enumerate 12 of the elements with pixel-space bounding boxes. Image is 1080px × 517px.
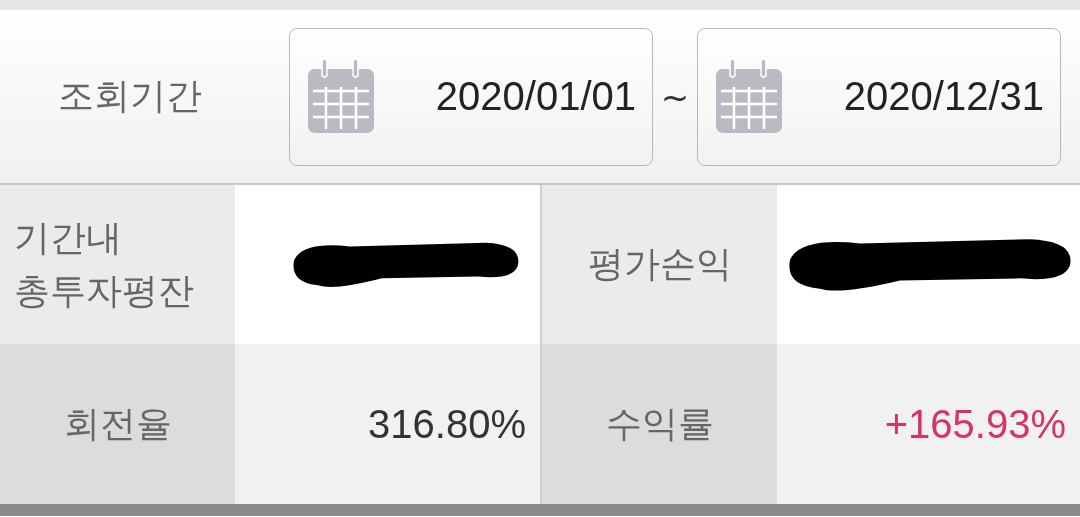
end-date-button[interactable]: 2020/12/31: [697, 27, 1061, 166]
stat-label: 수익률: [540, 344, 777, 504]
period-label: 조회기간: [57, 74, 203, 118]
stat-label: 회전율: [0, 344, 235, 504]
stat-value: 316.80%: [235, 344, 540, 504]
stat-label: 평가손익: [540, 185, 777, 344]
stat-label: 기간내 총투자평잔: [0, 185, 235, 344]
stat-value: +165.93%: [777, 344, 1080, 504]
calendar-icon: [308, 58, 374, 135]
date-separator: ~: [659, 76, 691, 117]
start-date-button[interactable]: 2020/01/01: [289, 27, 653, 166]
calendar-icon: [716, 58, 782, 135]
